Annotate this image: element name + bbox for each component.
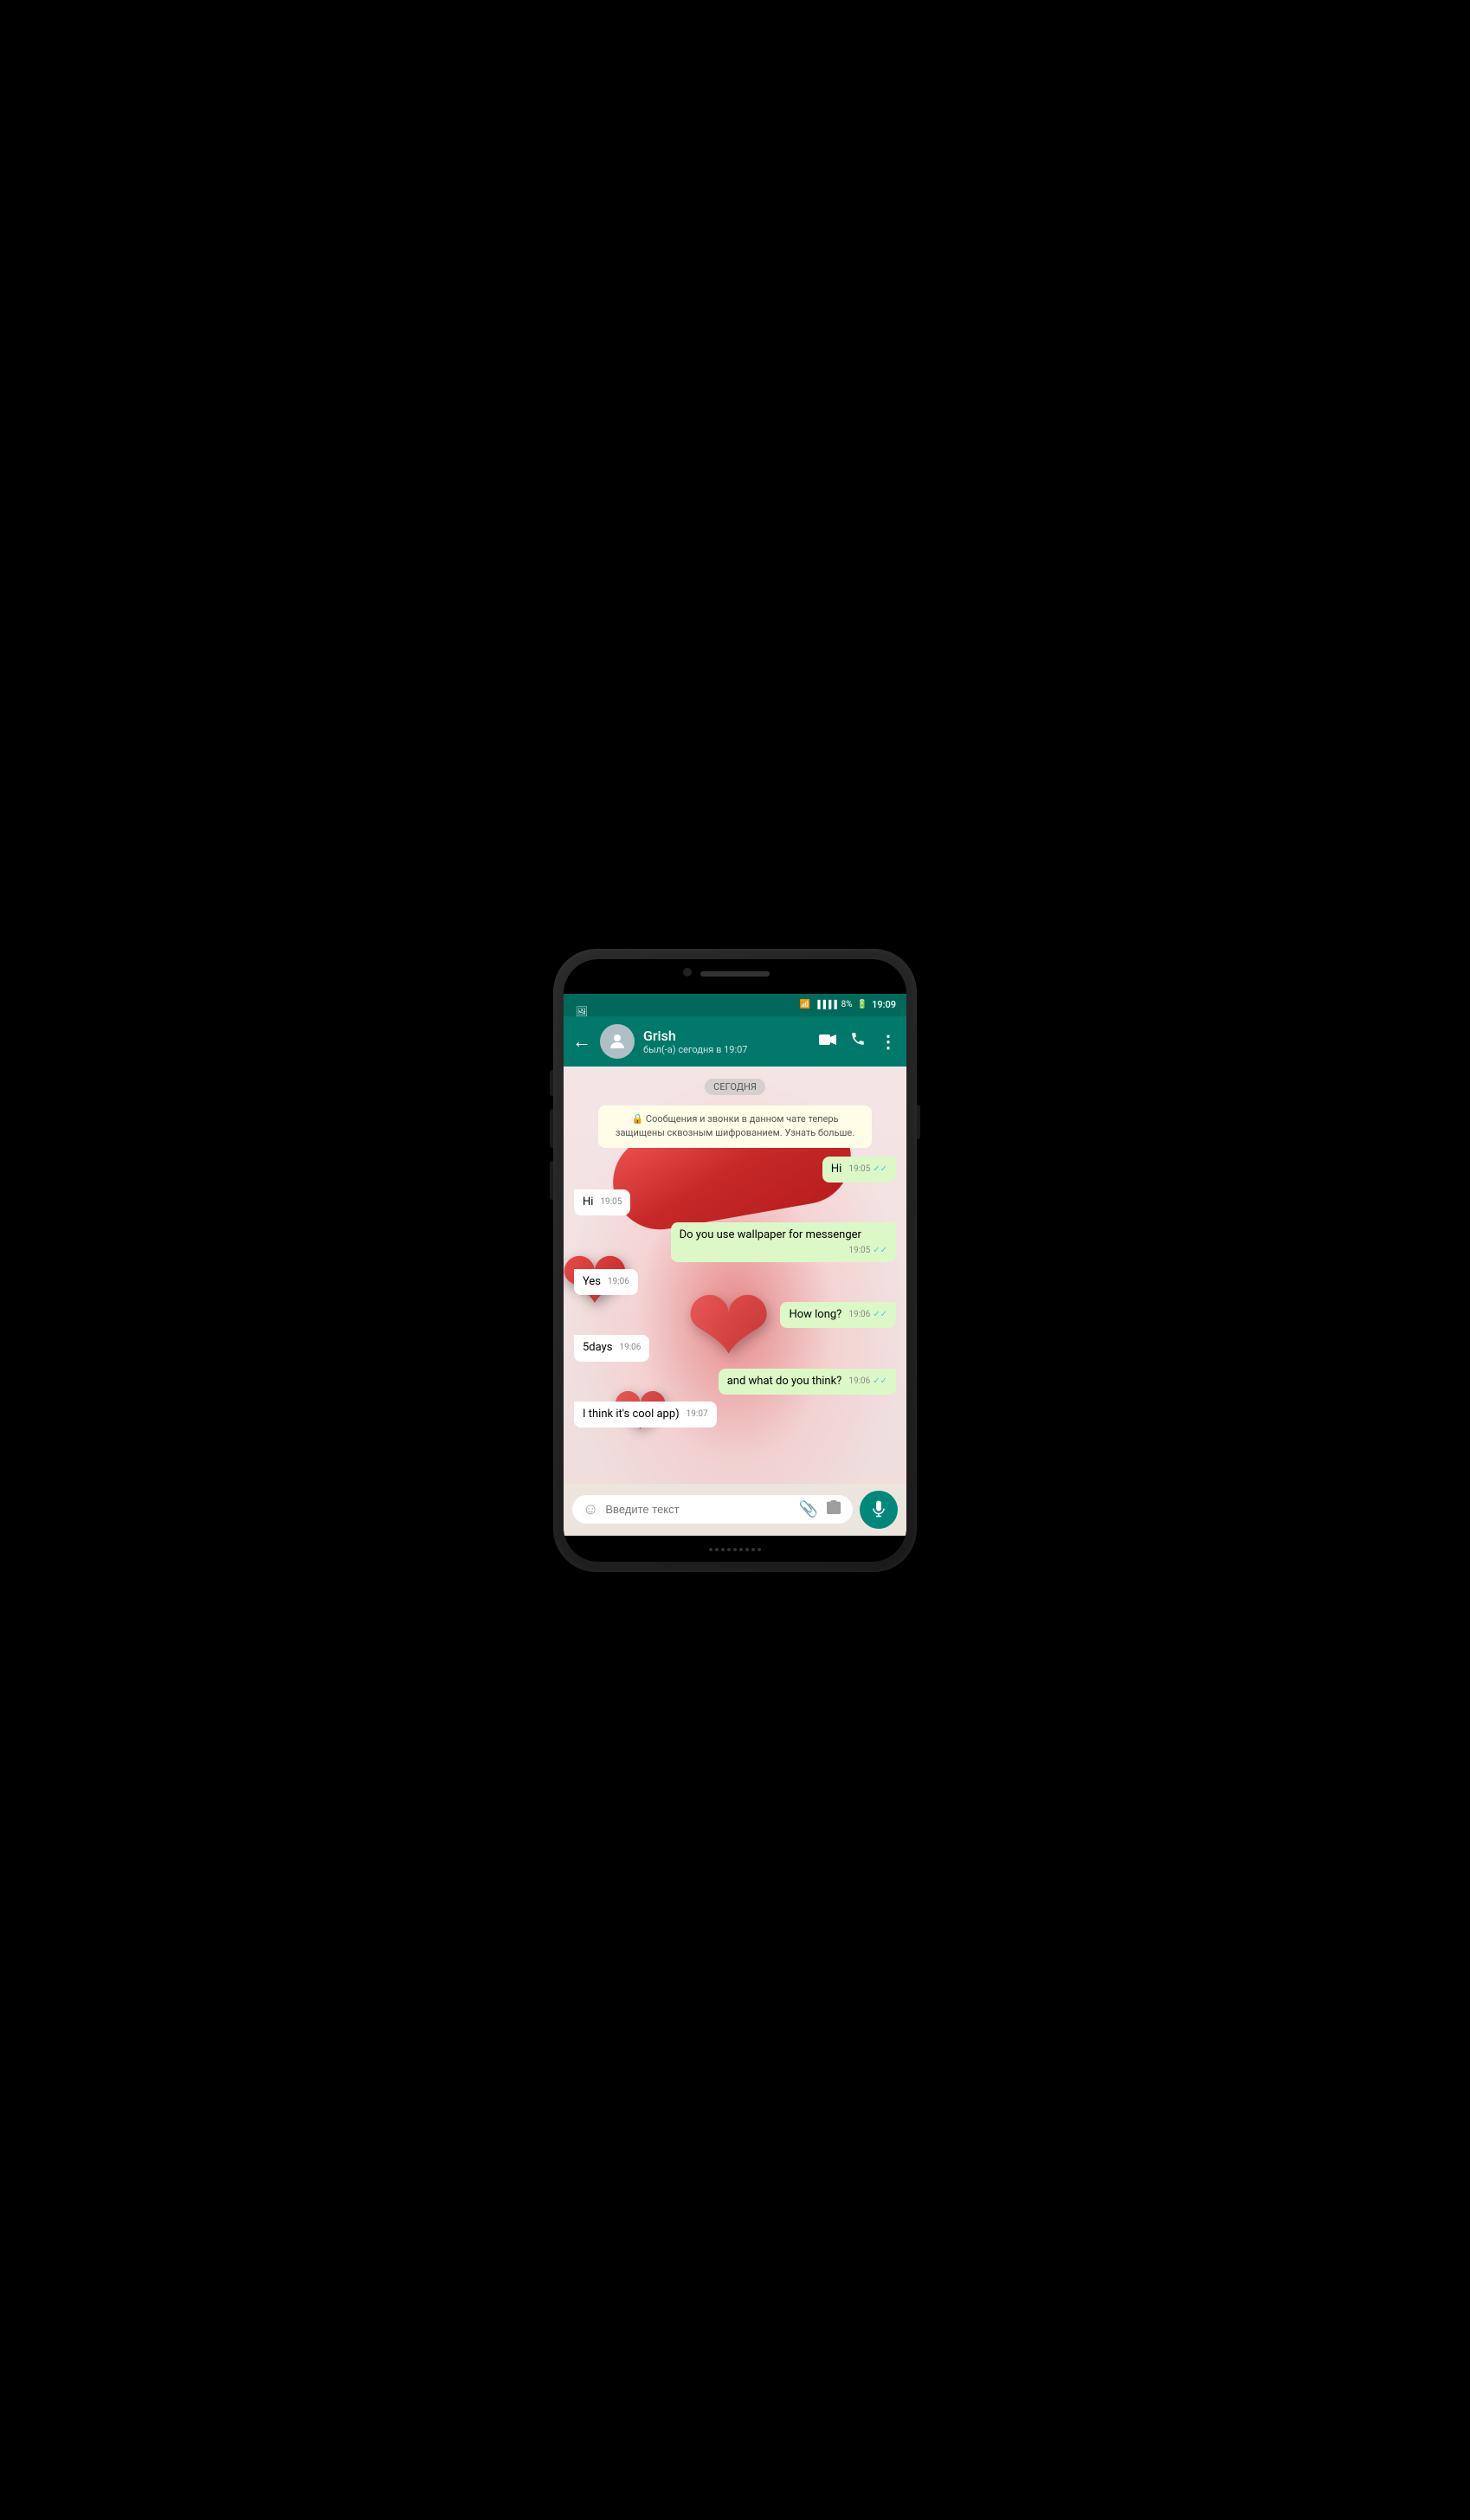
contact-info[interactable]: Grish был(-а) сегодня в 19:07 bbox=[643, 1028, 810, 1055]
message-meta: 19:07 bbox=[687, 1408, 708, 1421]
message-meta: 19:06 ✓✓ bbox=[848, 1376, 887, 1388]
input-area: ☺ 📎 bbox=[564, 1484, 906, 1536]
message-meta: 19:06 bbox=[608, 1276, 629, 1288]
video-call-icon[interactable] bbox=[819, 1032, 836, 1050]
message-time: 19:06 bbox=[848, 1376, 870, 1388]
message-time: 19:06 bbox=[848, 1309, 870, 1321]
message-time: 19:05 bbox=[600, 1196, 622, 1208]
message-meta: 19:06 bbox=[619, 1342, 641, 1354]
message-time: 19:05 bbox=[848, 1245, 870, 1257]
contact-status: был(-а) сегодня в 19:07 bbox=[643, 1044, 810, 1055]
message-row: and what do you think? 19:06 ✓✓ bbox=[574, 1369, 896, 1395]
camera-icon[interactable] bbox=[825, 1500, 842, 1518]
message-row: Hi 19:05 ✓✓ bbox=[574, 1157, 896, 1183]
sent-bubble: How long? 19:06 ✓✓ bbox=[780, 1302, 896, 1328]
received-bubble: I think it's cool app) 19:07 bbox=[574, 1402, 717, 1428]
message-text: 5days bbox=[583, 1341, 612, 1354]
message-text: Yes bbox=[583, 1275, 601, 1288]
notification-icon: 🖼 bbox=[576, 1006, 588, 1017]
read-receipt: ✓✓ bbox=[873, 1309, 887, 1321]
phone-screen: 🖼 📶 ▐▐▐▐ 8% 🔋 19:09 ← bbox=[564, 959, 906, 1562]
bottom-speaker bbox=[709, 1548, 761, 1551]
read-receipt: ✓✓ bbox=[873, 1163, 887, 1176]
volume-down-button bbox=[550, 1109, 553, 1148]
received-bubble: Hi 19:05 bbox=[574, 1189, 630, 1215]
battery-percent: 8% bbox=[841, 1000, 853, 1009]
message-meta: 19:05 ✓✓ bbox=[848, 1163, 887, 1176]
volume-up-button bbox=[550, 1070, 553, 1096]
message-row: Hi 19:05 bbox=[574, 1189, 896, 1215]
more-menu-icon[interactable]: ⋮ bbox=[880, 1031, 898, 1052]
message-time: 19:05 bbox=[848, 1163, 870, 1176]
sent-bubble: and what do you think? 19:06 ✓✓ bbox=[719, 1369, 896, 1395]
read-receipt: ✓✓ bbox=[873, 1376, 887, 1388]
battery-icon: 🔋 bbox=[857, 1000, 867, 1009]
power-button bbox=[917, 1105, 920, 1139]
status-bar: 🖼 📶 ▐▐▐▐ 8% 🔋 19:09 bbox=[564, 994, 906, 1016]
emoji-icon[interactable]: ☺ bbox=[583, 1500, 598, 1518]
sent-bubble: Do you use wallpaper for messenger 19:05… bbox=[671, 1222, 896, 1262]
back-button[interactable]: ← bbox=[572, 1030, 591, 1053]
message-text: Hi bbox=[831, 1163, 841, 1176]
camera-button bbox=[550, 1161, 553, 1200]
message-text: and what do you think? bbox=[727, 1375, 842, 1388]
app-screen: 🖼 📶 ▐▐▐▐ 8% 🔋 19:09 ← bbox=[564, 994, 906, 1536]
sent-bubble: Hi 19:05 ✓✓ bbox=[822, 1157, 896, 1183]
wifi-icon: 📶 bbox=[800, 1000, 810, 1009]
message-input-container[interactable]: ☺ 📎 bbox=[572, 1495, 853, 1524]
message-meta: 19:05 bbox=[600, 1196, 622, 1208]
message-meta: 19:06 ✓✓ bbox=[848, 1309, 887, 1321]
header-actions: ⋮ bbox=[819, 1031, 898, 1052]
read-receipt: ✓✓ bbox=[873, 1245, 887, 1257]
message-text: Do you use wallpaper for messenger bbox=[680, 1228, 861, 1241]
message-time: 19:06 bbox=[619, 1342, 641, 1354]
encryption-notice: 🔒 Сообщения и звонки в данном чате тепер… bbox=[598, 1105, 872, 1148]
message-text: I think it's cool app) bbox=[583, 1408, 680, 1421]
phone-device: 🖼 📶 ▐▐▐▐ 8% 🔋 19:09 ← bbox=[553, 949, 917, 1572]
received-bubble: 5days 19:06 bbox=[574, 1335, 649, 1361]
clock: 19:09 bbox=[872, 999, 896, 1010]
attach-icon[interactable]: 📎 bbox=[799, 1500, 818, 1518]
received-bubble: Yes 19:06 bbox=[574, 1269, 638, 1295]
message-input[interactable] bbox=[605, 1503, 791, 1516]
system-status-icons: 📶 ▐▐▐▐ 8% 🔋 19:09 bbox=[800, 999, 896, 1010]
signal-icon: ▐▐▐▐ bbox=[815, 1000, 837, 1009]
message-row: 5days 19:06 bbox=[574, 1335, 896, 1361]
phone-icon[interactable] bbox=[850, 1031, 866, 1051]
message-text: Hi bbox=[583, 1196, 593, 1208]
message-row: I think it's cool app) 19:07 bbox=[574, 1402, 896, 1428]
message-time: 19:06 bbox=[608, 1276, 629, 1288]
chat-header: ← Grish был(-а) сегодня в 19:07 bbox=[564, 1016, 906, 1067]
message-row: Yes 19:06 bbox=[574, 1269, 896, 1295]
date-separator: СЕГОДНЯ bbox=[705, 1079, 765, 1095]
message-text: How long? bbox=[789, 1308, 841, 1321]
message-row: How long? 19:06 ✓✓ bbox=[574, 1302, 896, 1328]
chat-area[interactable]: ❤ ❤ ❤ СЕГОДНЯ 🔒 Сообщения и звонки в дан… bbox=[564, 1067, 906, 1484]
contact-name: Grish bbox=[643, 1028, 810, 1044]
message-row: Do you use wallpaper for messenger 19:05… bbox=[574, 1222, 896, 1262]
avatar[interactable] bbox=[600, 1024, 635, 1059]
message-meta: 19:05 ✓✓ bbox=[848, 1245, 887, 1257]
voice-message-button[interactable] bbox=[860, 1491, 898, 1529]
message-time: 19:07 bbox=[687, 1408, 708, 1421]
